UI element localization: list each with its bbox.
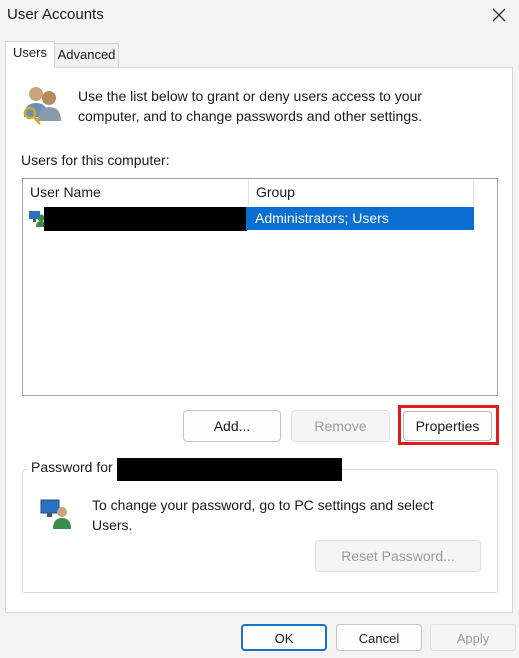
add-button[interactable]: Add... — [183, 410, 281, 442]
users-listview[interactable]: User Name Group Administrators; Users — [22, 178, 498, 396]
remove-button[interactable]: Remove — [291, 410, 390, 442]
intro-description: Use the list below to grant or deny user… — [78, 88, 422, 124]
tab-users[interactable]: Users — [5, 41, 55, 68]
tab-advanced[interactable]: Advanced — [55, 43, 119, 67]
users-keys-icon — [23, 87, 61, 125]
users-list-label: Users for this computer: — [21, 152, 170, 168]
window-title: User Accounts — [7, 6, 104, 23]
password-group-label: Password for — [27, 459, 117, 475]
user-row[interactable]: Administrators; Users — [23, 207, 474, 231]
redacted-password-user — [117, 458, 342, 481]
title-bar: User Accounts — [0, 0, 519, 32]
column-header-group[interactable]: Group — [249, 179, 474, 205]
column-header-user-name[interactable]: User Name — [23, 179, 249, 205]
properties-button[interactable]: Properties — [403, 411, 492, 441]
apply-button[interactable]: Apply — [430, 624, 516, 651]
user-group-cell: Administrators; Users — [246, 207, 474, 230]
reset-password-button[interactable]: Reset Password... — [315, 540, 481, 572]
user-monitor-icon — [40, 499, 71, 529]
password-instructions: To change your password, go to PC settin… — [92, 497, 434, 533]
cancel-button[interactable]: Cancel — [336, 624, 422, 651]
ok-button[interactable]: OK — [241, 624, 327, 651]
close-icon — [492, 8, 506, 22]
close-button[interactable] — [485, 2, 513, 28]
redacted-user-name — [44, 207, 247, 231]
